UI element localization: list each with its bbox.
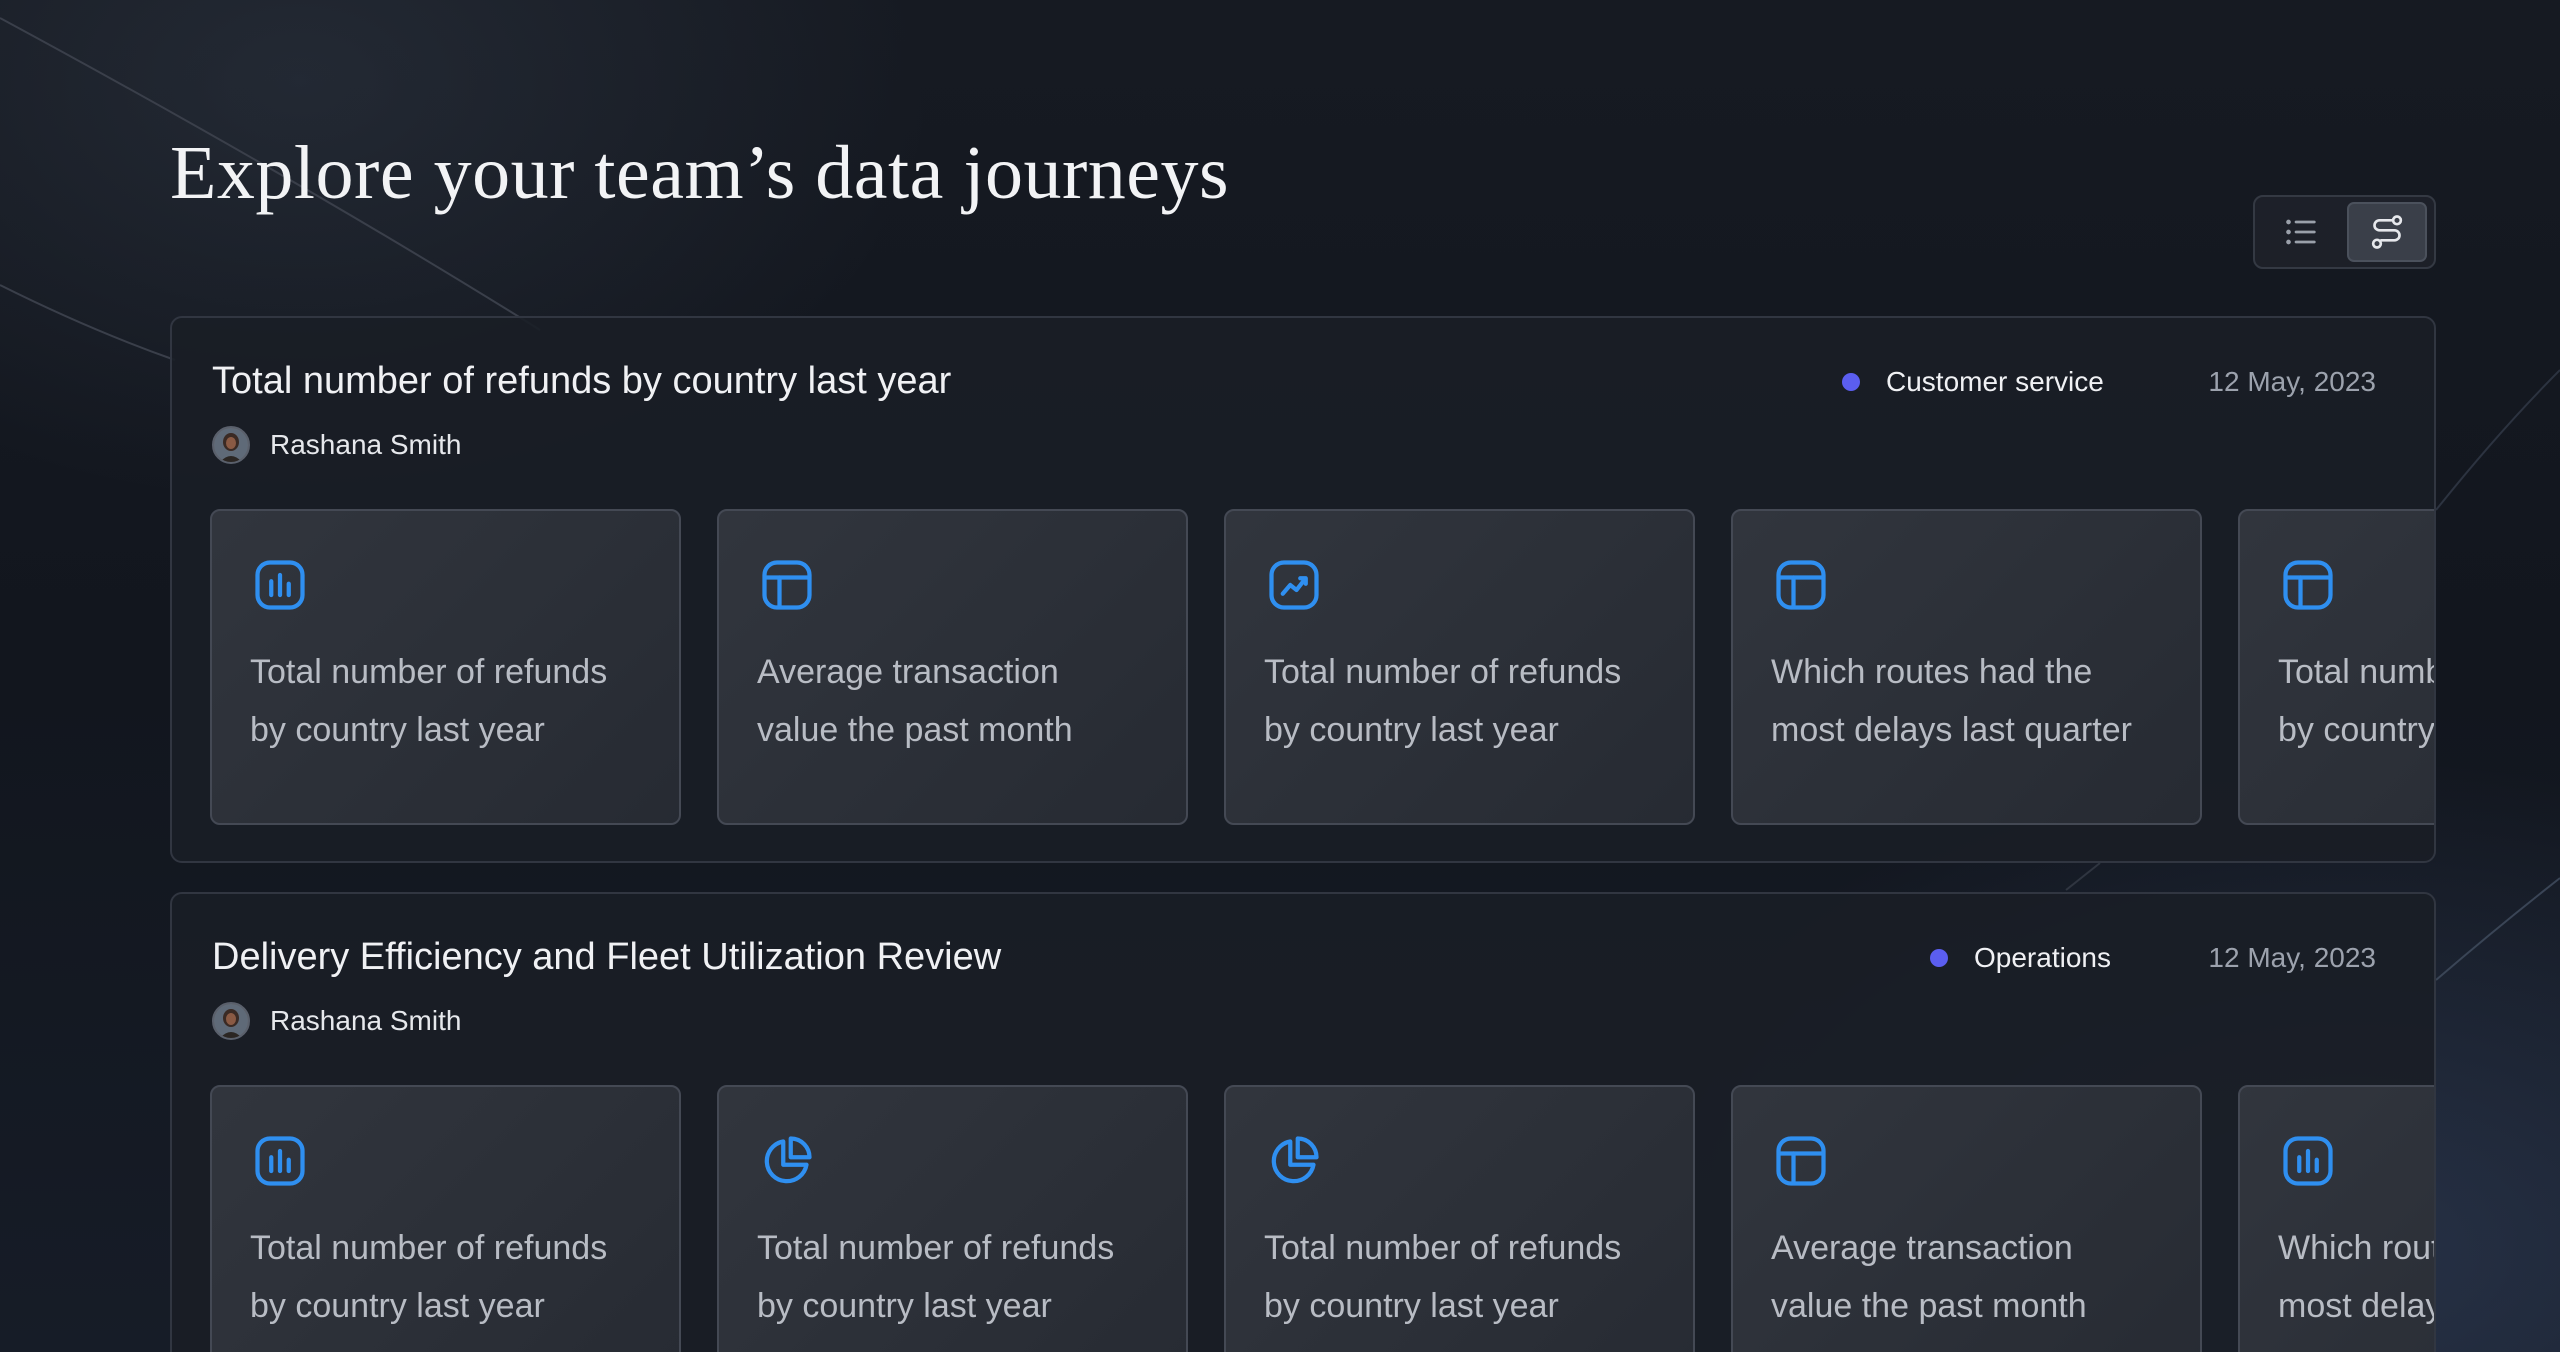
list-icon (2286, 219, 2316, 245)
card-text-line: value the past month (757, 711, 1073, 749)
journey-date: 12 May, 2023 (2208, 942, 2376, 973)
avatar-portrait-icon (214, 1004, 248, 1038)
card-text: Which routes had the most delays last qua… (1771, 643, 2191, 759)
card-text-line: value the past month (1771, 1287, 2087, 1325)
pie-chart-icon (764, 1136, 812, 1184)
card-text-line: Total number of refunds (757, 1229, 1115, 1267)
tag-label: Customer service (1886, 366, 2104, 397)
card-text-line: most delays last quarter (2278, 1287, 2434, 1325)
tag-dot-icon (1842, 373, 1860, 391)
insight-card[interactable]: Total number of refunds by country last y… (1224, 1085, 1695, 1352)
pie-chart-icon (1271, 1136, 1319, 1184)
card-text: Average transaction value the past month (1771, 1219, 2191, 1335)
card-text-line: Which routes had the (1771, 653, 2093, 691)
journey-author: Rashana Smith (212, 426, 461, 464)
table-layout-icon (2283, 560, 2333, 610)
insight-card[interactable]: Which routes had the most delays last qua… (2238, 1085, 2434, 1352)
card-text-line: Average transaction (757, 653, 1059, 691)
card-text-line: by country last year (250, 711, 545, 749)
avatar-portrait-icon (214, 428, 248, 462)
bar-chart-icon (2283, 1136, 2333, 1186)
avatar (212, 426, 250, 464)
category-tag: Operations (1930, 942, 2111, 974)
page-title: Explore your team’s data journeys (170, 131, 1230, 215)
card-text: Total number of refunds by country last y… (1264, 643, 1684, 759)
insight-card[interactable]: Average transaction value the past month (717, 509, 1188, 825)
card-text: Total number of refunds by country last y… (250, 643, 670, 759)
author-name: Rashana Smith (270, 429, 462, 460)
category-tag: Customer service (1842, 366, 2104, 398)
card-text: Total number of refunds by country last y… (1264, 1219, 1684, 1335)
table-layout-icon (1776, 560, 1826, 610)
card-text: Total number of refunds by country last y… (250, 1219, 670, 1335)
journey-header: Delivery Efficiency and Fleet Utilizatio… (172, 894, 2434, 1054)
journey-card[interactable]: Total number of refunds by country last … (170, 316, 2436, 863)
journey-date: 12 May, 2023 (2208, 366, 2376, 397)
bar-chart-icon (255, 1136, 305, 1186)
card-text-line: Total number of refunds (2278, 653, 2434, 691)
card-text: Total number of refunds by country last y… (757, 1219, 1177, 1335)
insight-card[interactable]: Total number of refunds by country last y… (210, 509, 681, 825)
route-icon (2371, 215, 2403, 249)
card-text-line: by country last year (757, 1287, 1052, 1325)
card-text-line: Average transaction (1771, 1229, 2073, 1267)
insight-card[interactable]: Average transaction value the past month (1731, 1085, 2202, 1352)
tag-dot-icon (1930, 949, 1948, 967)
journey-author: Rashana Smith (212, 1002, 461, 1040)
card-text-line: Which routes had the (2278, 1229, 2434, 1267)
card-text-line: by country last year (2278, 711, 2435, 749)
card-text: Average transaction value the past month (757, 643, 1177, 759)
table-layout-icon (762, 560, 812, 610)
insight-card[interactable]: Total number of refunds by country last y… (717, 1085, 1188, 1352)
journey-title: Total number of refunds by country last … (212, 360, 952, 402)
card-text-line: by country last year (1264, 1287, 1559, 1325)
card-text-line: Total number of refunds (1264, 1229, 1622, 1267)
card-text-line: by country last year (250, 1287, 545, 1325)
journey-view-button[interactable] (2347, 202, 2427, 262)
card-text-line: by country last year (1264, 711, 1559, 749)
bar-chart-icon (255, 560, 305, 610)
table-layout-icon (1776, 1136, 1826, 1186)
avatar (212, 1002, 250, 1040)
card-text-line: most delays last quarter (1771, 711, 2132, 749)
journey-title: Delivery Efficiency and Fleet Utilizatio… (212, 936, 1002, 978)
card-text-line: Total number of refunds (250, 653, 608, 691)
insight-card[interactable]: Which routes had the most delays last qua… (1731, 509, 2202, 825)
list-view-button[interactable] (2261, 202, 2341, 262)
insight-card[interactable]: Total number of refunds by country last y… (210, 1085, 681, 1352)
tag-label: Operations (1974, 942, 2111, 973)
view-toggle (2253, 195, 2436, 269)
author-name: Rashana Smith (270, 1005, 462, 1036)
journey-header: Total number of refunds by country last … (172, 318, 2434, 478)
insight-cards: Total number of refunds by country last y… (210, 1085, 2434, 1352)
insight-card[interactable]: Total number of refunds by country last y… (1224, 509, 1695, 825)
page: Explore your team’s data journeys Total … (0, 0, 2560, 1352)
card-text: Total number of refunds by country last y… (2278, 643, 2435, 759)
card-text: Which routes had the most delays last qua… (2278, 1219, 2434, 1335)
card-text-line: Total number of refunds (1264, 653, 1622, 691)
journey-card[interactable]: Delivery Efficiency and Fleet Utilizatio… (170, 892, 2436, 1352)
insight-cards: Total number of refunds by country last y… (210, 509, 2435, 825)
line-chart-icon (1269, 560, 1319, 610)
card-text-line: Total number of refunds (250, 1229, 608, 1267)
insight-card[interactable]: Total number of refunds by country last y… (2238, 509, 2435, 825)
